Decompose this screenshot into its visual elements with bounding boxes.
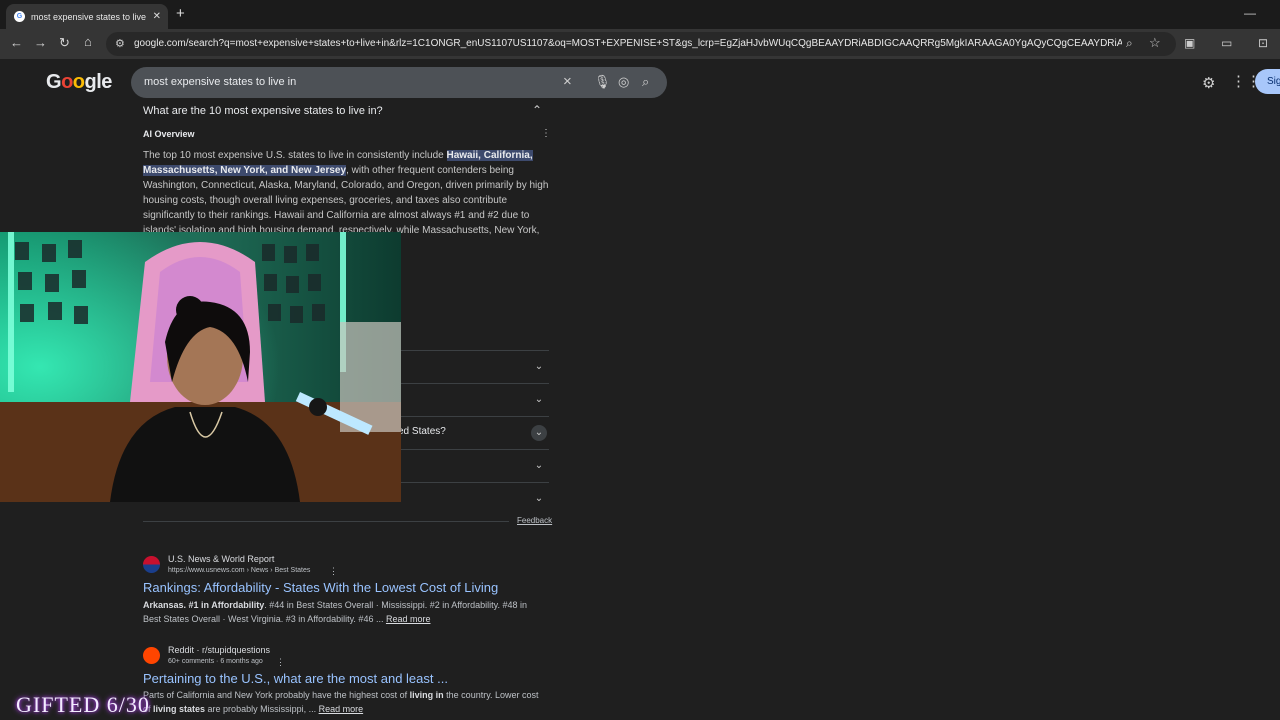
snippet-bold: living states <box>153 704 206 714</box>
forward-icon[interactable]: → <box>34 35 47 50</box>
snippet-text: are probably Mississippi, ... <box>205 704 319 714</box>
active-tab[interactable]: G most expensive states to live in ✕ <box>6 4 168 29</box>
tab-strip: G most expensive states to live in ✕ + — <box>0 0 1280 29</box>
search-box[interactable]: most expensive states to live in × 🎙 ◎ ⌕ <box>131 67 667 98</box>
paa-question-partial[interactable]: ed States? <box>398 426 446 437</box>
paa-question[interactable]: What are the 10 most expensive states to… <box>143 105 383 117</box>
reddit-favicon-icon <box>143 647 160 664</box>
clear-icon[interactable]: × <box>563 73 572 90</box>
microphone-icon[interactable]: 🎙 <box>594 74 611 90</box>
feedback-link[interactable]: Feedback <box>517 516 552 525</box>
result-url[interactable]: https://www.usnews.com › News › Best Sta… <box>168 567 310 574</box>
zoom-icon[interactable]: ⌕ <box>1126 36 1133 51</box>
result-snippet: Arkansas. #1 in Affordability. #44 in Be… <box>143 598 543 626</box>
result-menu-icon[interactable]: ⋮ <box>329 566 338 577</box>
webcam-overlay <box>0 232 401 502</box>
site-info-icon[interactable]: ⚙ <box>115 37 125 50</box>
result-title-link[interactable]: Pertaining to the U.S., what are the mos… <box>143 671 448 686</box>
ai-overview-label: AI Overview <box>143 129 195 139</box>
ai-highlight: Hawaii, California, <box>446 150 533 161</box>
result-site-name[interactable]: Reddit · r/stupidquestions <box>168 645 270 655</box>
more-options-icon[interactable]: ⋮ <box>541 128 551 139</box>
chevron-down-icon[interactable]: ⌄ <box>531 458 547 474</box>
result-site-name[interactable]: U.S. News & World Report <box>168 554 274 564</box>
feedback-divider <box>143 521 509 522</box>
search-icon[interactable]: ⌕ <box>642 74 649 90</box>
minimize-button[interactable]: — <box>1244 6 1256 20</box>
google-logo[interactable]: Google <box>46 71 112 94</box>
reload-icon[interactable]: ↻ <box>59 35 70 51</box>
side-panel-icon[interactable]: ▭ <box>1221 36 1232 50</box>
gifted-counter-overlay: GIFTED 6/30 <box>16 692 150 717</box>
ai-highlight: Massachusetts, New York, and New Jersey <box>143 165 347 176</box>
ai-overview-text: The top 10 most expensive U.S. states to… <box>143 148 549 238</box>
chevron-down-icon[interactable]: ⌄ <box>531 359 547 375</box>
chevron-down-icon[interactable]: ⌄ <box>531 425 547 441</box>
settings-gear-icon[interactable]: ⚙ <box>1202 74 1215 92</box>
result-meta: 60+ comments · 6 months ago <box>168 658 263 665</box>
ai-text-intro: The top 10 most expensive U.S. states to… <box>143 150 447 161</box>
chevron-down-icon[interactable]: ⌄ <box>531 392 547 408</box>
read-more-link[interactable]: Read more <box>386 614 431 624</box>
tab-title: most expensive states to live in <box>31 11 147 22</box>
result-snippet: Parts of California and New York probabl… <box>143 688 543 716</box>
back-icon[interactable]: ← <box>10 35 23 50</box>
bookmark-star-icon[interactable]: ☆ <box>1149 35 1161 51</box>
chevron-down-icon[interactable]: ⌄ <box>531 491 547 507</box>
address-bar[interactable]: ⚙ google.com/search?q=most+expensive+sta… <box>106 32 1176 56</box>
new-tab-button[interactable]: + <box>176 5 185 22</box>
result-menu-icon[interactable]: ⋮ <box>276 657 285 668</box>
google-favicon-icon: G <box>14 11 25 22</box>
address-url[interactable]: google.com/search?q=most+expensive+state… <box>134 38 1122 49</box>
browser-toolbar: ← → ↻ ⌂ ⚙ google.com/search?q=most+expen… <box>0 29 1280 59</box>
lens-icon[interactable]: ◎ <box>618 74 629 90</box>
webcam-scene <box>0 232 401 502</box>
extensions-icon[interactable]: ▣ <box>1184 36 1195 50</box>
home-icon[interactable]: ⌂ <box>84 34 92 49</box>
result-title-link[interactable]: Rankings: Affordability - States With th… <box>143 580 498 595</box>
search-query[interactable]: most expensive states to live in <box>144 76 296 88</box>
snippet-bold: Arkansas. #1 in Affordability <box>143 600 265 610</box>
usnews-favicon-icon <box>143 556 160 573</box>
read-more-link[interactable]: Read more <box>319 704 364 714</box>
snippet-text: Parts of California and New York probabl… <box>143 690 410 700</box>
profile-icon[interactable]: ⊡ <box>1258 36 1268 50</box>
sign-in-button[interactable]: Sig <box>1255 69 1280 94</box>
chevron-up-icon[interactable]: ⌃ <box>532 103 542 117</box>
tab-close-icon[interactable]: ✕ <box>153 11 161 22</box>
snippet-bold: living in <box>409 690 444 700</box>
